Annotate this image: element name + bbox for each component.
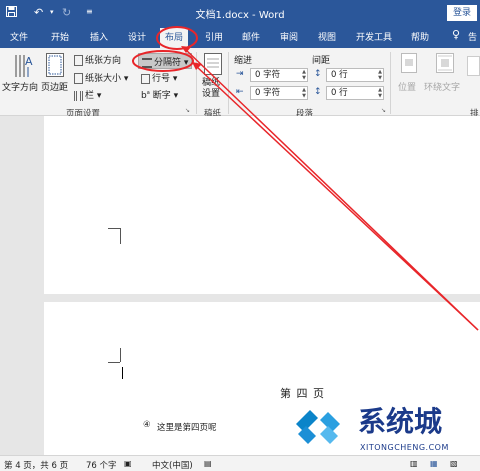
annotation-circle-layout-tab bbox=[156, 26, 198, 50]
annotation-overlay bbox=[132, 26, 479, 331]
annotation-arrow-line bbox=[195, 65, 479, 331]
annotation-circle-breaks bbox=[132, 50, 194, 72]
